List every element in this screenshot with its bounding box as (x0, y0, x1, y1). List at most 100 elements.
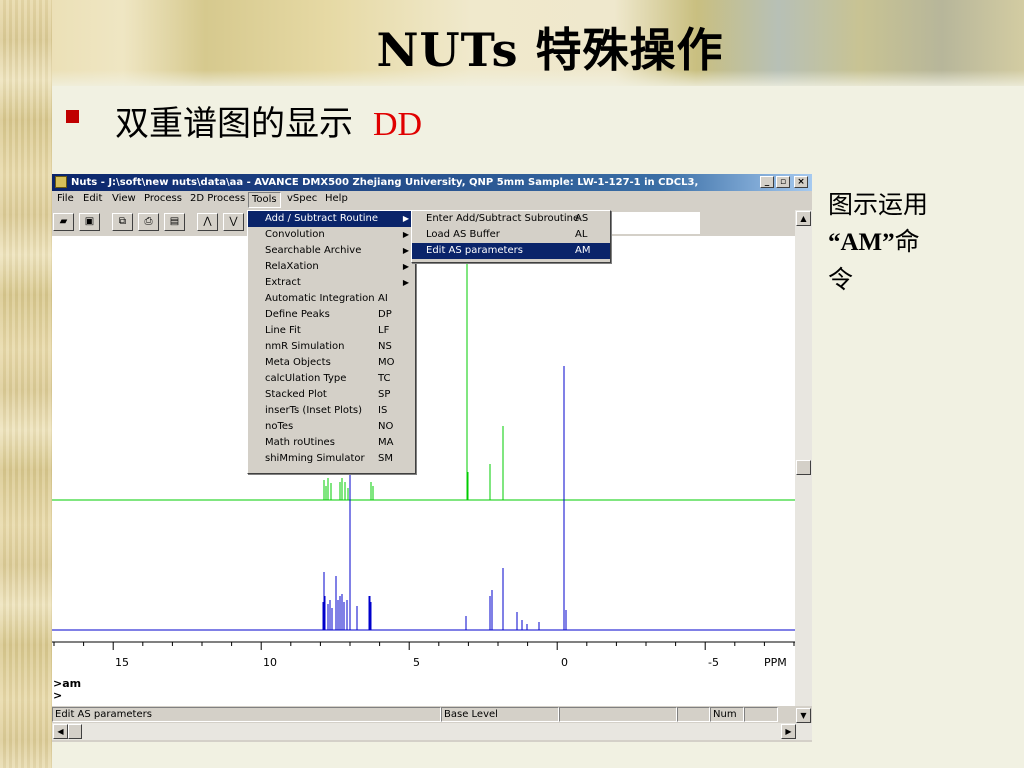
note-line-2: “AM”命 (828, 223, 988, 261)
menu-view[interactable]: View (112, 193, 136, 204)
as-submenu-item[interactable]: Load AS Buffer AL (412, 227, 610, 243)
menu-edit[interactable]: Edit (83, 193, 102, 204)
scroll-up-icon[interactable]: ▲ (796, 211, 811, 226)
status-cell-empty-2 (677, 707, 710, 722)
tools-menu-item[interactable]: Meta Objects MO (248, 355, 415, 371)
phase-icon[interactable]: ⋁ (223, 213, 244, 231)
scroll-right-icon[interactable]: ▶ (781, 724, 796, 739)
tools-menu: Add / Subtract Routine ▶ Convolution ▶ Searc… (247, 210, 416, 474)
command-prompt[interactable]: > (53, 689, 62, 702)
slide-left-border (0, 0, 52, 768)
tools-menu-item-label: Automatic Integration (265, 293, 375, 304)
add-subtract-submenu: Enter Add/Subtract Subroutine AS Load AS B… (411, 210, 611, 263)
status-bar: Edit AS parameters Base Level Num (52, 706, 812, 723)
tools-menu-item-label: Extract (265, 277, 301, 288)
tools-menu-item-label: calcUlation Type (265, 373, 347, 384)
submenu-arrow-icon: ▶ (402, 214, 409, 223)
tools-menu-item[interactable]: Stacked Plot SP (248, 387, 415, 403)
tools-menu-item[interactable]: Extract ▶ (248, 275, 415, 291)
save-icon[interactable]: ▣ (79, 213, 100, 231)
bullet-icon (66, 110, 79, 123)
tools-menu-item-shortcut: IS (378, 405, 388, 416)
tools-menu-item-label: noTes (265, 421, 294, 432)
spectrum-svg (52, 236, 795, 631)
menu-help[interactable]: Help (325, 193, 348, 204)
axis-label-15: 15 (115, 656, 129, 669)
window-titlebar[interactable]: Nuts - J:\soft\new nuts\data\aa - AVANCE… (52, 174, 812, 191)
tools-menu-item-label: Meta Objects (265, 357, 331, 368)
as-submenu-item[interactable]: Edit AS parameters AM (412, 243, 610, 259)
as-submenu-item-shortcut: AM (575, 245, 591, 256)
scroll-thumb[interactable] (796, 460, 811, 475)
close-button[interactable]: × (794, 176, 808, 188)
tools-menu-item-label: RelaXation (265, 261, 319, 272)
menu-vspec[interactable]: vSpec (287, 193, 317, 204)
tools-menu-item-shortcut: SP (378, 389, 391, 400)
print-icon[interactable]: ⎙ (138, 213, 159, 231)
note-line-3: 令 (828, 265, 854, 294)
note-command: “AM” (828, 229, 895, 256)
app-icon[interactable] (55, 176, 67, 188)
tools-menu-item-shortcut: MO (378, 357, 395, 368)
menu-2d-process[interactable]: 2D Process (190, 193, 245, 204)
as-submenu-item-label: Edit AS parameters (426, 245, 523, 256)
subtitle-accent: DD (373, 106, 423, 143)
note-line-1: 图示运用 (828, 190, 929, 219)
properties-icon[interactable]: ▤ (164, 213, 185, 231)
status-message: Edit AS parameters (52, 707, 441, 722)
tools-menu-item-label: shiMming Simulator (265, 453, 365, 464)
tools-menu-item[interactable]: noTes NO (248, 419, 415, 435)
command-line[interactable]: >am > (52, 676, 795, 706)
tools-menu-item[interactable]: Define Peaks DP (248, 307, 415, 323)
as-submenu-item[interactable]: Enter Add/Subtract Subroutine AS (412, 211, 610, 227)
tools-menu-item[interactable]: inserTs (Inset Plots) IS (248, 403, 415, 419)
tools-menu-item[interactable]: Convolution ▶ (248, 227, 415, 243)
slide-subtitle: 双重谱图的显示 DD (115, 96, 422, 145)
scroll-left-icon[interactable]: ◀ (53, 724, 68, 739)
tools-menu-item-label: nmR Simulation (265, 341, 345, 352)
tools-menu-item-label: Convolution (265, 229, 325, 240)
tools-menu-item-shortcut: AI (378, 293, 388, 304)
submenu-arrow-icon: ▶ (402, 262, 409, 271)
tools-menu-item-shortcut: NO (378, 421, 394, 432)
restore-button[interactable]: ▫ (776, 176, 790, 188)
axis-label-minus-5: -5 (708, 656, 719, 669)
menu-bar: File Edit View Process 2D Process Tools … (52, 191, 812, 208)
tools-menu-item-shortcut: LF (378, 325, 390, 336)
slide-title: NUTs 特殊操作 (376, 23, 724, 77)
tools-menu-item-label: inserTs (Inset Plots) (265, 405, 363, 416)
hscroll-thumb[interactable] (68, 724, 82, 739)
menu-tools[interactable]: Tools (248, 192, 281, 208)
tools-menu-item[interactable]: Searchable Archive ▶ (248, 243, 415, 259)
as-submenu-item-label: Load AS Buffer (426, 229, 500, 240)
tools-menu-item[interactable]: Math roUtines MA (248, 435, 415, 451)
tools-menu-item[interactable]: Automatic Integration AI (248, 291, 415, 307)
spectrum-plot-area[interactable] (52, 236, 795, 640)
ppm-axis: 15 10 5 0 -5 PPM (52, 640, 795, 676)
tools-menu-item-shortcut: SM (378, 453, 393, 464)
vertical-scrollbar[interactable]: ▲ ▼ (795, 210, 812, 723)
horizontal-scrollbar[interactable]: ◀ ▶ (52, 723, 812, 740)
subtitle-text: 双重谱图的显示 (115, 104, 353, 144)
tools-menu-item-label: Math roUtines (265, 437, 335, 448)
menu-file[interactable]: File (57, 193, 74, 204)
tools-menu-item[interactable]: calcUlation Type TC (248, 371, 415, 387)
open-folder-icon[interactable]: ▰ (53, 213, 74, 231)
axis-label-5: 5 (413, 656, 420, 669)
tools-menu-item[interactable]: shiMming Simulator SM (248, 451, 415, 467)
copy-icon[interactable]: ⧉ (112, 213, 133, 231)
tools-menu-item-shortcut: MA (378, 437, 394, 448)
tools-menu-item[interactable]: nmR Simulation NS (248, 339, 415, 355)
menu-process[interactable]: Process (144, 193, 182, 204)
as-submenu-item-label: Enter Add/Subtract Subroutine (426, 213, 580, 224)
tools-menu-item[interactable]: Line Fit LF (248, 323, 415, 339)
minimize-button[interactable]: _ (760, 176, 774, 188)
axis-unit: PPM (764, 656, 787, 669)
status-level: Base Level (441, 707, 559, 722)
tools-menu-item[interactable]: Add / Subtract Routine ▶ (248, 211, 415, 227)
fourier-transform-icon[interactable]: ⋀ (197, 213, 218, 231)
status-cell-empty-1 (559, 707, 677, 722)
axis-label-10: 10 (263, 656, 277, 669)
tools-menu-item-label: Define Peaks (265, 309, 330, 320)
tools-menu-item[interactable]: RelaXation ▶ (248, 259, 415, 275)
